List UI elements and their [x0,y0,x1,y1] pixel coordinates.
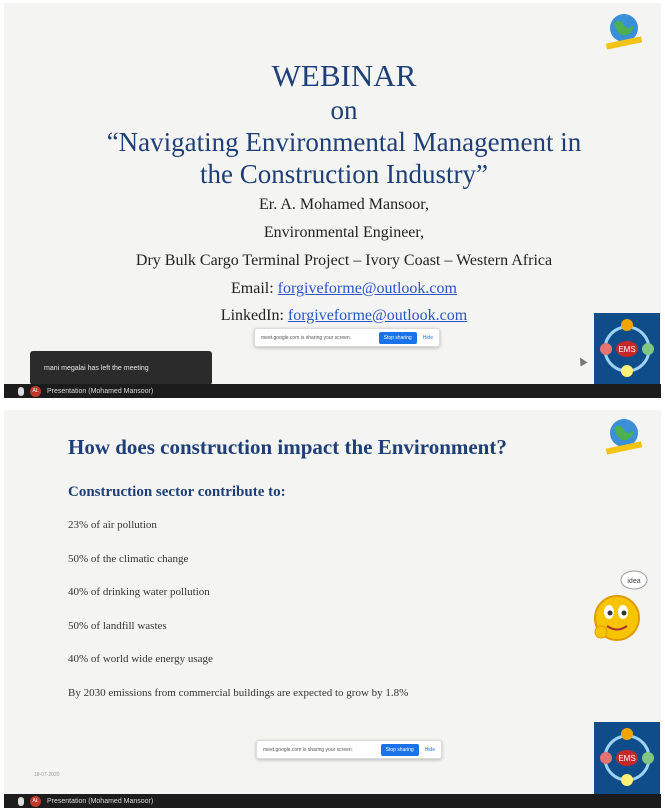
slide-title-block: WEBINAR on “Navigating Environmental Man… [64,58,624,328]
slide-panel-top: WEBINAR on “Navigating Environmental Man… [4,3,661,398]
on-text: on [330,95,358,125]
list-item: By 2030 emissions from commercial buildi… [68,686,409,699]
presentation-label[interactable]: Presentation (Mohamed Mansoor) [47,798,153,805]
ems-logo-icon: EMS [594,722,660,794]
slide2-subtitle: Construction sector contribute to: [68,484,286,500]
presenter-avatar: AL [30,385,41,397]
topic-line-1: “Navigating Environmental Management in [106,127,582,157]
list-item: 50% of landfill wastes [68,619,167,632]
svg-text:idea: idea [627,578,640,585]
email-row: Email: forgiveforme@outlook.com [64,276,624,301]
thinking-smiley-icon: idea [594,570,648,641]
linkedin-link[interactable]: forgiveforme@outlook.com [288,307,467,324]
share-message: meet.google.com is sharing your screen. [263,746,354,753]
project-line: Dry Bulk Cargo Terminal Project – Ivory … [135,252,553,269]
svg-text:EMS: EMS [618,345,635,354]
presenter-role: Environmental Engineer, [263,224,425,241]
presenter-avatar: AL [30,795,41,807]
presentation-taskbar: AL Presentation (Mohamed Mansoor) [4,794,661,808]
impact-list: 23% of air pollution 50% of the climatic… [68,518,408,719]
globe-logo-icon [605,419,643,455]
webinar-heading: WEBINAR [271,58,417,93]
presenter-name: Er. A. Mohamed Mansoor, [258,196,429,213]
screen-share-bar: meet.google.com is sharing your screen. … [256,740,442,759]
hide-button[interactable]: Hide [425,747,435,753]
left-meeting-toast: mani megalai has left the meeting [30,351,212,385]
topic-line-2: the Construction Industry” [200,159,488,189]
slide-date: 18-07-2020 [34,772,60,778]
mouse-cursor-icon [576,355,588,367]
slide2-title: How does construction impact the Environ… [68,435,507,459]
ems-logo-icon: EMS [594,313,660,385]
microphone-icon[interactable] [18,796,24,806]
linkedin-label: LinkedIn: [220,307,284,324]
list-item: 23% of air pollution [68,519,157,531]
stop-sharing-button[interactable]: Stop sharing [380,743,419,756]
email-label: Email: [231,280,274,297]
share-message: meet.google.com is sharing your screen. [261,334,352,341]
globe-logo-icon [605,14,643,50]
email-link[interactable]: forgiveforme@outlook.com [278,280,457,297]
list-item: 50% of the climatic change [68,552,189,565]
hide-button[interactable]: Hide [423,335,433,341]
list-item: 40% of drinking water pollution [68,586,210,598]
presentation-taskbar: AL Presentation (Mohamed Mansoor) [4,384,661,398]
list-item: 40% of world wide energy usage [68,653,213,665]
slide-panel-bottom: How does construction impact the Environ… [4,410,661,808]
svg-text:EMS: EMS [618,754,635,763]
screen-share-bar: meet.google.com is sharing your screen. … [254,328,440,347]
stop-sharing-button[interactable]: Stop sharing [378,331,417,344]
microphone-icon[interactable] [18,386,24,396]
presentation-label[interactable]: Presentation (Mohamed Mansoor) [47,388,153,395]
linkedin-row: LinkedIn: forgiveforme@outlook.com [64,303,624,328]
